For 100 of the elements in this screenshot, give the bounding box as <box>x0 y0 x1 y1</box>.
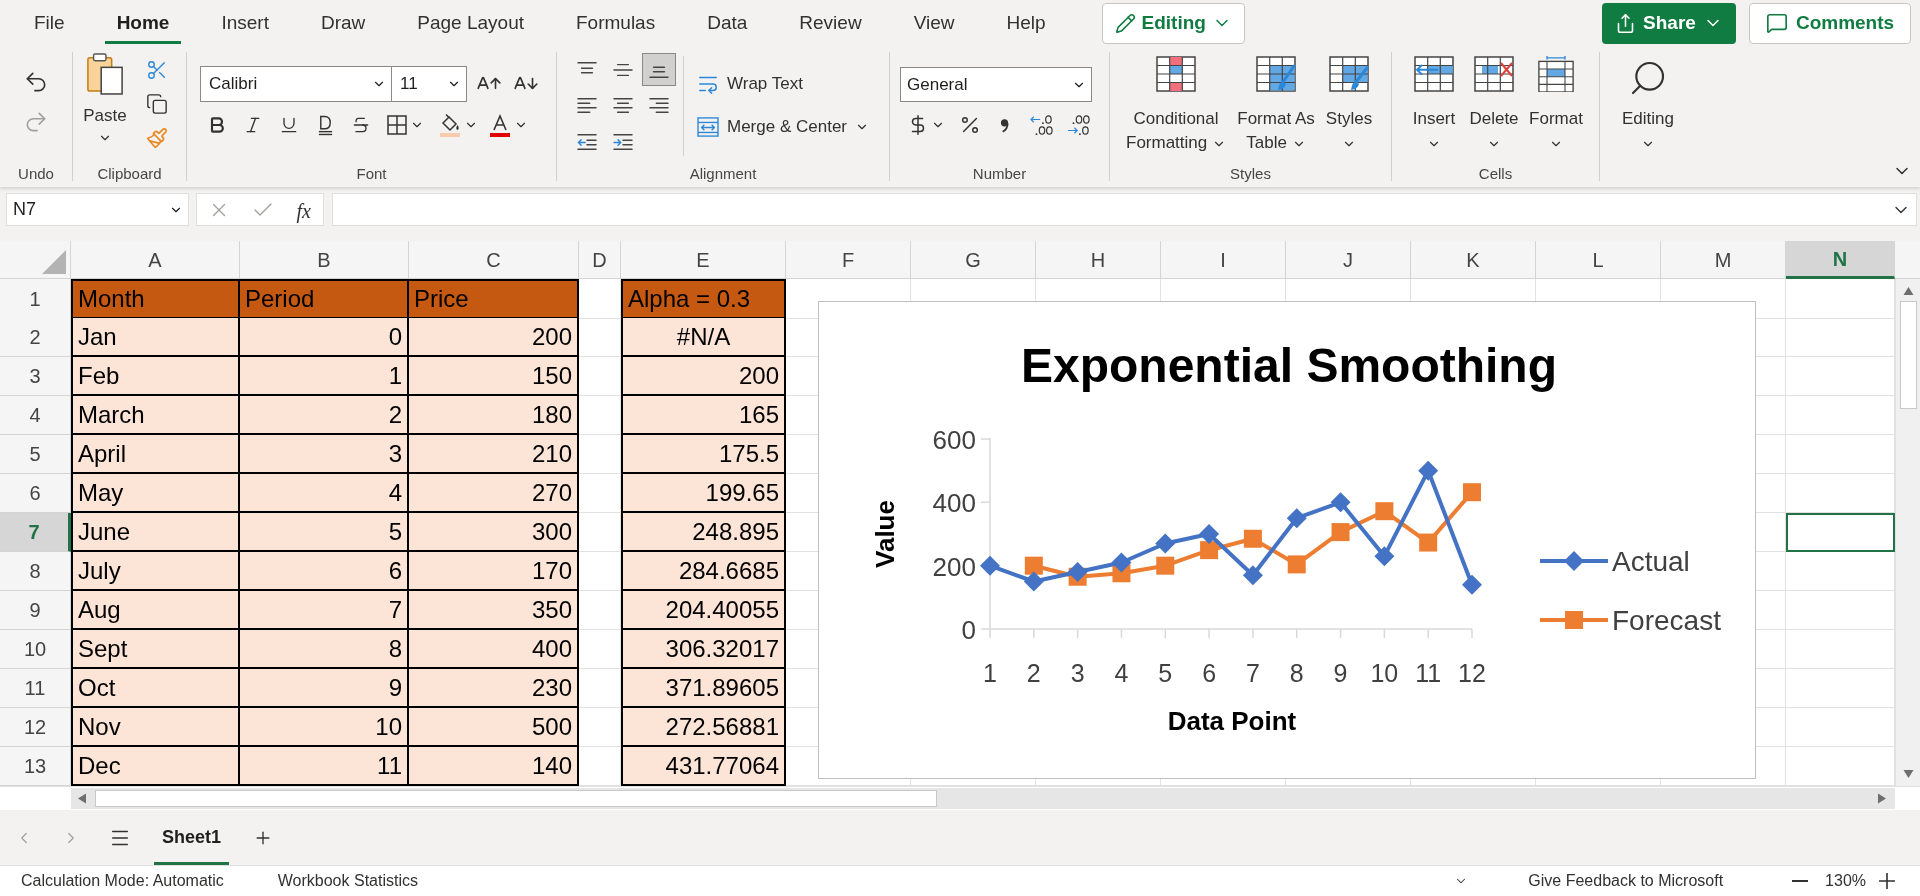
table-cell: 170 <box>409 552 579 591</box>
share-button[interactable]: Share <box>1602 2 1736 44</box>
row-header[interactable]: 13 <box>0 747 71 786</box>
formula-input[interactable] <box>332 193 1917 226</box>
row-header[interactable]: 3 <box>0 357 71 396</box>
conditional-formatting-button[interactable]: Conditional Formatting <box>1121 56 1231 155</box>
group-label: Cells <box>1478 164 1513 184</box>
zoom-level-button[interactable]: 130% <box>1825 869 1866 893</box>
scrollbar-thumb[interactable] <box>95 790 937 807</box>
row-header[interactable]: 2 <box>0 318 71 357</box>
row-header[interactable]: 5 <box>0 435 71 474</box>
zoom-in-button[interactable] <box>1878 871 1896 891</box>
scroll-left-icon[interactable] <box>78 793 86 804</box>
decrease-indent-icon <box>576 132 598 151</box>
column-header[interactable]: N <box>1786 241 1895 279</box>
x-tick-label: 10 <box>1370 659 1399 687</box>
menu-tab[interactable]: Data <box>695 2 760 44</box>
wrap-text-button[interactable]: Wrap Text <box>694 67 872 101</box>
workbook-statistics-link[interactable]: Workbook Statistics <box>277 869 418 893</box>
x-tick-label: 9 <box>1333 659 1348 687</box>
data-point-marker <box>1111 552 1132 573</box>
row-header[interactable]: 8 <box>0 552 71 591</box>
menu-tab[interactable]: Page Layout <box>405 2 536 44</box>
table-cell: Jan <box>71 318 240 357</box>
data-point-marker <box>1331 523 1350 542</box>
menu-tab[interactable]: Formulas <box>564 2 668 44</box>
increase-indent-icon <box>612 132 634 151</box>
legend-label: Actual <box>1612 546 1690 577</box>
selected-cell[interactable] <box>1786 513 1895 552</box>
scroll-up-icon[interactable] <box>1902 287 1914 295</box>
merge-cells-icon <box>697 117 719 137</box>
plus-icon <box>1879 873 1895 889</box>
table-cell: 0 <box>240 318 409 357</box>
table-cell: 248.895 <box>621 513 786 552</box>
data-point-marker <box>1199 524 1220 544</box>
table-cell: 350 <box>409 591 579 630</box>
paste-button[interactable]: Paste <box>80 46 130 161</box>
editing-button[interactable]: Editing <box>1615 58 1681 155</box>
column-header[interactable]: I <box>1161 241 1286 279</box>
scrollbar-thumb[interactable] <box>1899 301 1917 409</box>
table-cell: 7 <box>240 591 409 630</box>
scroll-right-icon[interactable] <box>1878 793 1886 804</box>
row-header[interactable]: 1 <box>0 279 71 319</box>
menu-tab[interactable]: Help <box>994 2 1058 44</box>
font-name-dropdown[interactable]: Calibri <box>200 66 392 102</box>
y-tick-label: 200 <box>932 551 976 582</box>
grid-resize-icon <box>1536 56 1576 92</box>
table-cell: 371.89605 <box>621 669 786 708</box>
menu-tab[interactable]: Insert <box>209 2 281 44</box>
font-size-dropdown[interactable]: 11 <box>391 66 467 102</box>
table-cell: 165 <box>621 396 786 435</box>
delete-cells-button[interactable]: Delete <box>1465 56 1523 155</box>
number-format-dropdown[interactable]: General <box>900 67 1092 102</box>
name-box[interactable]: N7 <box>6 193 189 226</box>
menu-tab[interactable]: File <box>22 2 77 44</box>
menu-tab[interactable]: Home <box>104 2 182 44</box>
table-cell: 6 <box>240 552 409 591</box>
legend-key-icon <box>1540 611 1608 629</box>
row-header[interactable]: 11 <box>0 669 71 708</box>
column-header[interactable]: J <box>1286 241 1411 279</box>
column-header[interactable]: H <box>1036 241 1161 279</box>
merge-center-button[interactable]: Merge & Center <box>694 110 872 144</box>
table-cell: 272.56881 <box>621 708 786 747</box>
column-header[interactable]: K <box>1411 241 1536 279</box>
row-header[interactable]: 7 <box>0 513 71 552</box>
table-cell: Feb <box>71 357 240 396</box>
minus-icon <box>1792 880 1809 882</box>
column-header[interactable]: G <box>911 241 1036 279</box>
table-cell: April <box>71 435 240 474</box>
feedback-button[interactable]: Give Feedback to Microsoft <box>1528 869 1724 893</box>
row-header[interactable]: 12 <box>0 708 71 747</box>
insert-function-button[interactable]: fx <box>292 195 315 224</box>
column-header[interactable]: F <box>786 241 911 279</box>
insert-cells-button[interactable]: Insert <box>1406 56 1462 155</box>
table-cell: 500 <box>409 708 579 747</box>
row-header[interactable]: 9 <box>0 591 71 630</box>
table-cell: 200 <box>621 357 786 396</box>
row-header[interactable]: 4 <box>0 396 71 435</box>
comments-button[interactable]: Comments <box>1749 2 1911 44</box>
menu-tab[interactable]: View <box>901 2 967 44</box>
scroll-down-icon[interactable] <box>1902 770 1914 778</box>
double-underline-icon <box>316 114 334 136</box>
row-header[interactable]: 6 <box>0 474 71 513</box>
editing-mode-button[interactable]: Editing <box>1101 2 1245 44</box>
pencil-icon <box>1114 12 1136 34</box>
column-header[interactable]: L <box>1536 241 1661 279</box>
group-label: Number <box>972 164 1027 184</box>
cell-styles-button[interactable]: Styles <box>1321 56 1377 155</box>
data-point-marker <box>1156 556 1175 575</box>
grid-cross-icon <box>1474 56 1514 92</box>
table-cell: 175.5 <box>621 435 786 474</box>
column-header[interactable]: D <box>579 241 621 279</box>
increase-decimal-icon <box>1030 114 1054 136</box>
paint-bucket-icon <box>438 113 461 137</box>
format-as-table-button[interactable]: Format As Table <box>1234 56 1318 155</box>
row-header[interactable]: 10 <box>0 630 71 669</box>
menu-tab[interactable]: Draw <box>308 2 378 44</box>
format-cells-button[interactable]: Format <box>1526 56 1586 155</box>
vertical-align-button[interactable] <box>642 53 676 86</box>
menu-tab[interactable]: Review <box>787 2 874 44</box>
